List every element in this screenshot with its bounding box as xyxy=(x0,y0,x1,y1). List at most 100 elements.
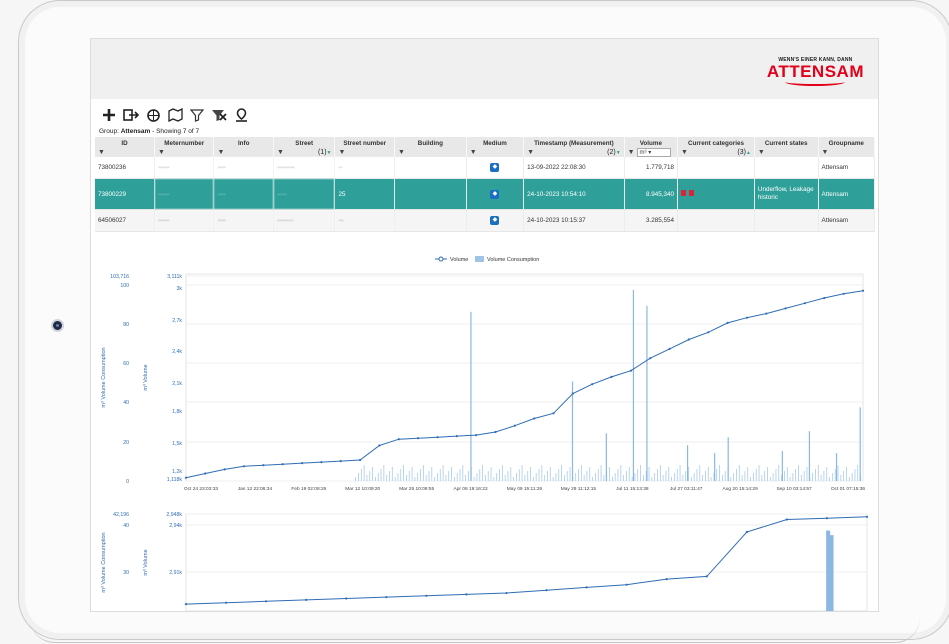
filter-icon[interactable]: ▼ xyxy=(818,148,875,157)
y-right-tick-label: 1,5k xyxy=(172,441,182,447)
water-medium-icon: ◆ xyxy=(490,189,500,199)
col-current-categories[interactable]: Current categories xyxy=(677,137,755,148)
filter-row: ▼ ▼ ▼ ▼ (1)▼ ▼ ▼ ▼ ▼ (2)▼ ▼ m³ ▾ ▼ (3)▲ … xyxy=(95,148,875,157)
y-right-axis-label: m³ Volume xyxy=(143,364,149,390)
consumption-bar xyxy=(541,465,543,481)
consumption-bar xyxy=(685,471,687,481)
consumption-bar xyxy=(580,465,582,481)
table-row-selected[interactable]: 73800229 ······· ····· ······ 25 ◆ 24-10… xyxy=(95,178,875,210)
consumption-bar xyxy=(451,467,452,481)
table-row[interactable]: 73800236 ······· ····· ··········· ·· ◆ … xyxy=(95,157,875,179)
consumption-bar xyxy=(366,475,368,481)
cell-states xyxy=(754,157,819,179)
consumption-bar xyxy=(422,465,424,481)
group-count: - Showing 7 of 7 xyxy=(150,128,200,135)
consumption-bar xyxy=(829,477,830,481)
cell-street-number: ·· xyxy=(334,157,395,179)
consumption-bar xyxy=(532,477,534,481)
consumption-bar xyxy=(686,445,689,481)
table-row[interactable]: 64506027 ······· ····· ·········· ··· ◆ … xyxy=(95,209,875,232)
consumption-bar xyxy=(733,473,735,481)
consumption-bar xyxy=(741,475,743,481)
consumption-bar xyxy=(631,477,633,481)
consumption-bar xyxy=(473,477,475,481)
x-tick-label: May 09 15:11:26 xyxy=(507,486,543,492)
filter-icon[interactable]: ▼ xyxy=(466,148,525,157)
col-building[interactable]: Building xyxy=(394,137,467,148)
consumption-bar xyxy=(555,473,557,481)
col-volume[interactable]: Volume xyxy=(624,137,679,148)
cell-timestamp: 24-10-2023 10:54:10 xyxy=(523,178,625,210)
map-icon[interactable] xyxy=(167,107,183,123)
y-right-tick-label: 2,7k xyxy=(172,318,182,324)
filter-icon[interactable]: ▼ (3)▲ xyxy=(677,148,755,157)
y-left-tick-label: 0 xyxy=(126,479,129,485)
col-street[interactable]: Street xyxy=(273,137,336,148)
consumption-bar xyxy=(854,469,856,481)
filter-icon[interactable]: ▼ m³ ▾ xyxy=(624,148,679,157)
y-right-tick-label: 2,948k xyxy=(166,512,182,518)
consumption-bar xyxy=(518,469,520,481)
consumption-bar xyxy=(563,475,565,481)
cell-street: ······ xyxy=(273,178,336,210)
y-right-tick-label: 3k xyxy=(177,286,183,292)
consumption-bar xyxy=(434,477,436,481)
consumption-bar xyxy=(637,469,639,481)
consumption-bar xyxy=(380,469,382,481)
filter-icon[interactable]: ▼ xyxy=(213,148,274,157)
consumption-bar xyxy=(592,477,593,481)
consumption-bar xyxy=(549,467,551,481)
consumption-bar xyxy=(535,473,537,481)
filter-icon[interactable]: ▼ xyxy=(154,148,215,157)
consumption-bar xyxy=(808,431,811,481)
col-street-number[interactable]: Street number xyxy=(334,137,395,148)
col-info[interactable]: Info xyxy=(213,137,274,148)
filter-icon[interactable]: ▼ (1)▼ xyxy=(273,148,336,157)
filter-icon[interactable] xyxy=(189,107,205,123)
filter-icon[interactable]: ▼ xyxy=(95,148,155,157)
plot-area xyxy=(185,273,864,482)
consumption-bar xyxy=(453,477,455,481)
filter-icon[interactable]: ▼ xyxy=(394,148,467,157)
col-timestamp[interactable]: Timestamp (Measurement) xyxy=(523,137,625,148)
consumption-bar xyxy=(632,289,635,481)
consumption-bar xyxy=(437,473,438,481)
export-icon[interactable] xyxy=(123,107,139,123)
front-camera xyxy=(51,319,64,332)
col-meternumber[interactable]: Meternumber xyxy=(154,137,215,148)
consumption-bar xyxy=(628,467,630,481)
consumption-bar xyxy=(761,475,763,481)
consumption-bar xyxy=(465,475,467,481)
filter-icon[interactable]: ▼ (2)▼ xyxy=(523,148,625,157)
consumption-bar xyxy=(714,453,716,481)
consumption-bar xyxy=(730,477,732,481)
cell-street: ··········· xyxy=(273,157,336,179)
consumption-bar xyxy=(391,467,393,481)
water-medium-icon: ◆ xyxy=(490,216,500,225)
consumption-bar xyxy=(840,475,842,481)
cell-street-number: ··· xyxy=(334,209,395,232)
col-id[interactable]: ID xyxy=(95,137,155,148)
consumption-bar xyxy=(835,453,838,481)
x-tick-label: Jul 11 15:13:38 xyxy=(616,486,649,492)
col-groupname[interactable]: Groupname xyxy=(818,137,875,148)
col-medium[interactable]: Medium xyxy=(466,137,525,148)
consumption-bar xyxy=(358,473,359,481)
location-icon[interactable] xyxy=(233,107,249,123)
clear-filter-icon[interactable] xyxy=(211,107,227,123)
filter-icon[interactable]: ▼ xyxy=(334,148,395,157)
y-left-tick-label: 80 xyxy=(123,322,129,328)
consumption-bar xyxy=(657,469,658,481)
y-right-tick-label: 1,2k xyxy=(172,469,182,475)
consumption-bar xyxy=(527,471,529,481)
consumption-bar xyxy=(688,467,689,481)
col-current-states[interactable]: Current states xyxy=(754,137,819,148)
filter-icon[interactable]: ▼ xyxy=(754,148,819,157)
unit-select[interactable]: m³ ▾ xyxy=(636,148,671,157)
add-icon[interactable] xyxy=(101,107,117,123)
legend-consumption: Volume Consumption xyxy=(487,257,539,263)
consumption-bar xyxy=(425,475,427,481)
refresh-icon[interactable] xyxy=(145,107,161,123)
toolbar xyxy=(101,106,249,124)
consumption-bar xyxy=(617,469,619,481)
